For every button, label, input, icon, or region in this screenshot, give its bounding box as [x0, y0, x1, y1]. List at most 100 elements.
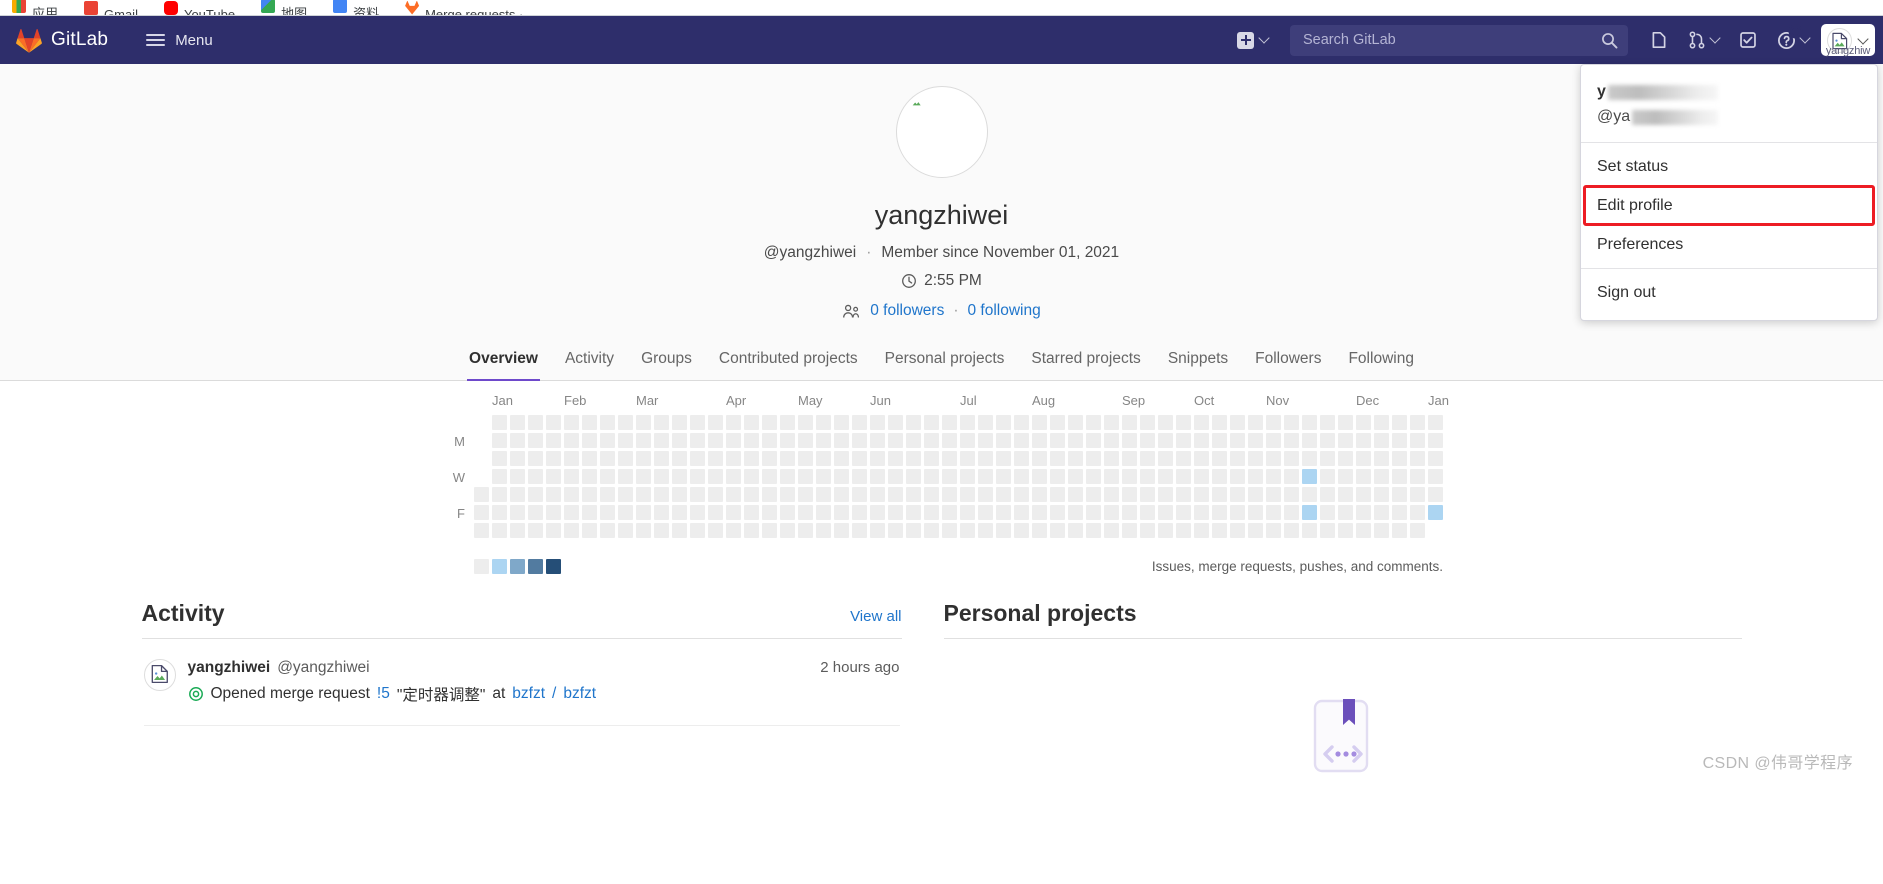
calendar-day-cell[interactable] — [1176, 433, 1191, 448]
calendar-day-cell[interactable] — [726, 433, 741, 448]
calendar-day-cell[interactable] — [1230, 433, 1245, 448]
calendar-day-cell[interactable] — [924, 433, 939, 448]
calendar-day-cell[interactable] — [672, 451, 687, 466]
calendar-day-cell[interactable] — [618, 487, 633, 502]
tab-contributed-projects[interactable]: Contributed projects — [717, 340, 860, 380]
calendar-day-cell[interactable] — [1176, 451, 1191, 466]
calendar-day-cell[interactable] — [582, 469, 597, 484]
calendar-day-cell[interactable] — [546, 451, 561, 466]
calendar-day-cell[interactable] — [1356, 487, 1371, 502]
calendar-day-cell[interactable] — [1302, 523, 1317, 538]
calendar-day-cell[interactable] — [798, 523, 813, 538]
calendar-day-cell[interactable] — [1086, 415, 1101, 430]
calendar-day-cell[interactable] — [780, 523, 795, 538]
calendar-day-cell[interactable] — [1086, 433, 1101, 448]
calendar-day-cell[interactable] — [654, 451, 669, 466]
calendar-day-cell[interactable] — [1230, 523, 1245, 538]
calendar-day-cell[interactable] — [1302, 487, 1317, 502]
calendar-day-cell[interactable] — [1266, 523, 1281, 538]
calendar-day-cell[interactable] — [1140, 523, 1155, 538]
calendar-day-cell[interactable] — [1086, 505, 1101, 520]
calendar-day-cell[interactable] — [636, 415, 651, 430]
calendar-day-cell[interactable] — [780, 433, 795, 448]
bookmark-item[interactable]: 应用 — [12, 0, 58, 15]
calendar-day-cell[interactable] — [1122, 487, 1137, 502]
calendar-day-cell[interactable] — [492, 487, 507, 502]
calendar-day-cell[interactable] — [762, 433, 777, 448]
calendar-day-cell[interactable] — [1248, 415, 1263, 430]
calendar-day-cell[interactable] — [1176, 523, 1191, 538]
calendar-day-cell[interactable] — [582, 505, 597, 520]
issues-button[interactable] — [1642, 24, 1676, 56]
calendar-day-cell[interactable] — [600, 433, 615, 448]
user-menu-button[interactable]: yangzhiw — [1821, 24, 1875, 57]
calendar-day-cell[interactable] — [726, 469, 741, 484]
calendar-day-cell[interactable] — [1122, 469, 1137, 484]
calendar-day-cell[interactable] — [1266, 469, 1281, 484]
calendar-day-cell[interactable] — [852, 487, 867, 502]
calendar-day-cell[interactable] — [762, 451, 777, 466]
calendar-day-cell[interactable] — [1356, 451, 1371, 466]
calendar-day-cell[interactable] — [816, 415, 831, 430]
calendar-day-cell[interactable] — [852, 469, 867, 484]
calendar-day-cell[interactable] — [1302, 451, 1317, 466]
calendar-day-cell[interactable] — [546, 469, 561, 484]
calendar-day-cell[interactable] — [942, 415, 957, 430]
calendar-day-cell[interactable] — [1104, 415, 1119, 430]
calendar-day-cell[interactable] — [600, 523, 615, 538]
calendar-day-cell[interactable] — [726, 415, 741, 430]
calendar-day-cell[interactable] — [690, 505, 705, 520]
calendar-day-cell[interactable] — [528, 523, 543, 538]
calendar-day-cell[interactable] — [1266, 487, 1281, 502]
calendar-day-cell[interactable] — [672, 415, 687, 430]
calendar-day-cell[interactable] — [1122, 523, 1137, 538]
calendar-day-cell[interactable] — [708, 523, 723, 538]
calendar-day-cell[interactable] — [1284, 451, 1299, 466]
calendar-day-cell[interactable] — [978, 433, 993, 448]
calendar-day-cell[interactable] — [816, 433, 831, 448]
calendar-day-cell[interactable] — [798, 415, 813, 430]
calendar-day-cell[interactable] — [888, 523, 903, 538]
calendar-day-cell[interactable] — [546, 523, 561, 538]
calendar-day-cell[interactable] — [1428, 469, 1443, 484]
bookmark-item[interactable]: YouTube — [163, 0, 235, 15]
calendar-day-cell[interactable] — [906, 487, 921, 502]
calendar-day-cell[interactable] — [816, 487, 831, 502]
calendar-day-cell[interactable] — [1392, 523, 1407, 538]
calendar-day-cell[interactable] — [1014, 415, 1029, 430]
calendar-day-cell[interactable] — [1338, 433, 1353, 448]
calendar-day-cell[interactable] — [546, 415, 561, 430]
calendar-day-cell[interactable] — [1032, 415, 1047, 430]
calendar-day-cell[interactable] — [942, 451, 957, 466]
calendar-day-cell[interactable] — [708, 505, 723, 520]
calendar-day-cell[interactable] — [960, 523, 975, 538]
calendar-day-cell[interactable] — [1374, 505, 1389, 520]
calendar-day-cell[interactable] — [1158, 505, 1173, 520]
calendar-day-cell[interactable] — [996, 469, 1011, 484]
calendar-day-cell[interactable] — [1266, 433, 1281, 448]
avatar[interactable] — [143, 659, 176, 691]
calendar-day-cell[interactable] — [1212, 451, 1227, 466]
calendar-day-cell[interactable] — [1374, 433, 1389, 448]
calendar-day-cell[interactable] — [1104, 505, 1119, 520]
calendar-day-cell[interactable] — [1356, 415, 1371, 430]
calendar-day-cell[interactable] — [816, 469, 831, 484]
calendar-day-cell[interactable] — [618, 505, 633, 520]
calendar-day-cell[interactable] — [1374, 451, 1389, 466]
calendar-day-cell[interactable] — [1320, 523, 1335, 538]
calendar-day-cell[interactable] — [1248, 505, 1263, 520]
calendar-day-cell[interactable] — [978, 469, 993, 484]
calendar-day-cell[interactable] — [1392, 505, 1407, 520]
calendar-day-cell[interactable] — [1302, 505, 1317, 520]
calendar-day-cell[interactable] — [870, 505, 885, 520]
calendar-day-cell[interactable] — [726, 523, 741, 538]
calendar-day-cell[interactable] — [546, 505, 561, 520]
calendar-day-cell[interactable] — [1284, 523, 1299, 538]
calendar-day-cell[interactable] — [942, 487, 957, 502]
calendar-day-cell[interactable] — [1086, 451, 1101, 466]
calendar-day-cell[interactable] — [690, 451, 705, 466]
calendar-day-cell[interactable] — [960, 433, 975, 448]
calendar-day-cell[interactable] — [654, 523, 669, 538]
calendar-day-cell[interactable] — [492, 523, 507, 538]
calendar-day-cell[interactable] — [870, 487, 885, 502]
